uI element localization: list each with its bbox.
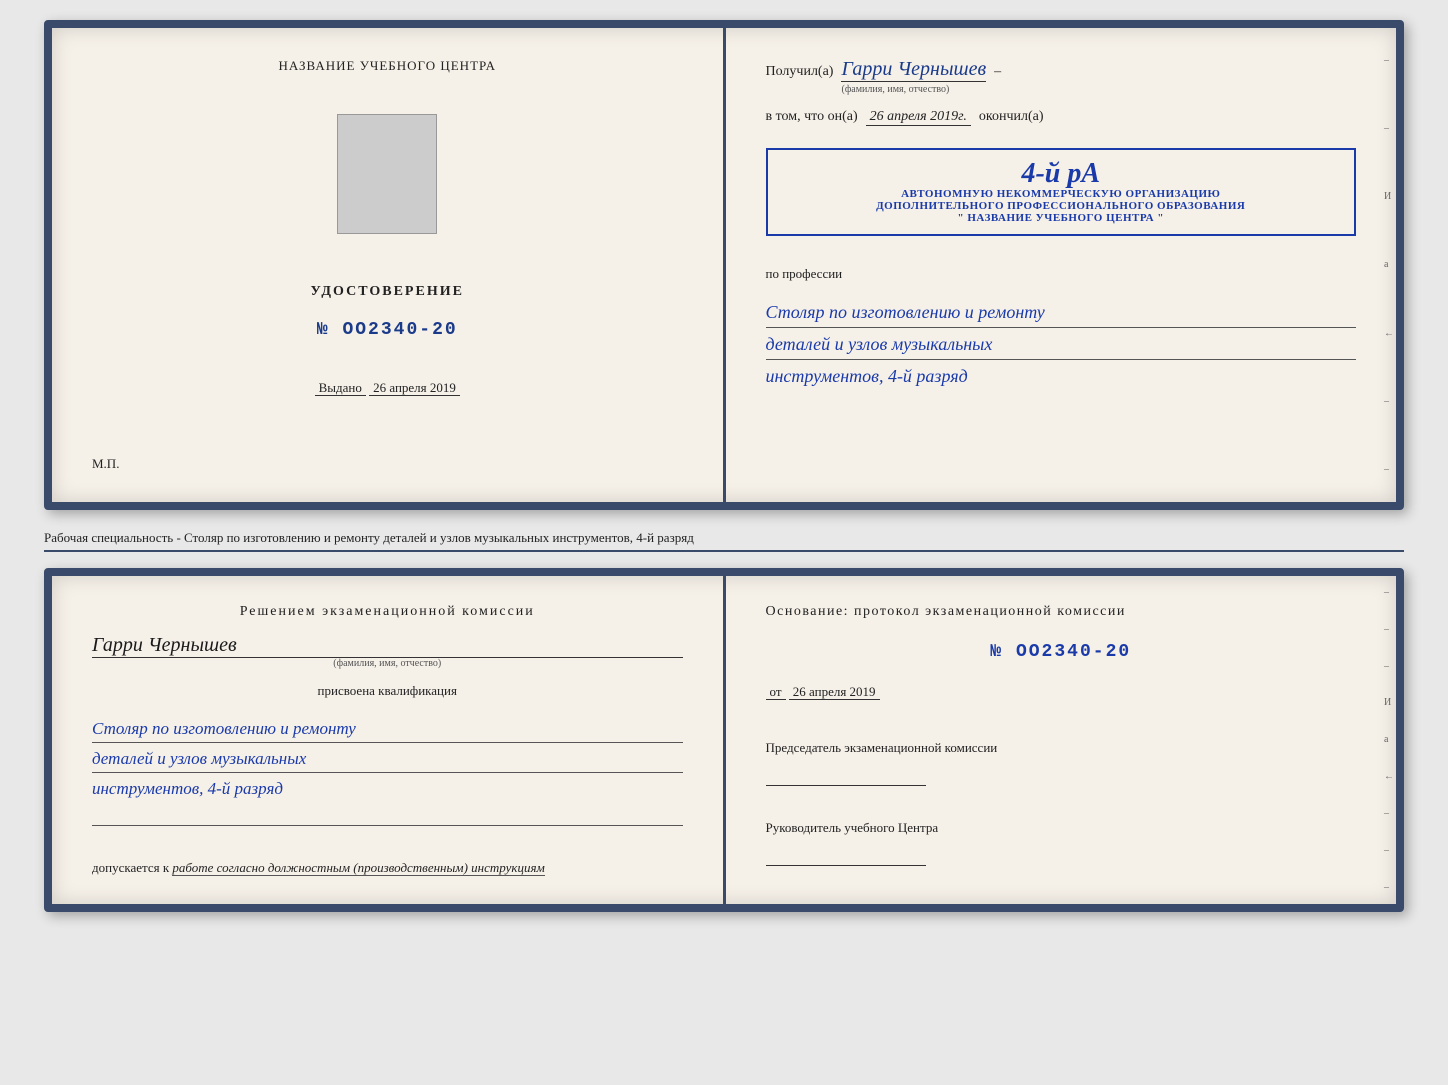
udostoverenie-number: № OO2340-20 bbox=[317, 320, 458, 340]
dopusk-prefix: допускается к bbox=[92, 860, 169, 875]
dash-4: – bbox=[1384, 464, 1394, 475]
kvali-line2: деталей и узлов музыкальных bbox=[92, 745, 683, 773]
prisvoena-label: присвоена квалификация bbox=[92, 683, 683, 699]
bdash-4: – bbox=[1384, 808, 1394, 819]
profession-line1: Столяр по изготовлению и ремонту bbox=[766, 298, 1357, 328]
stamp-line2: АВТОНОМНУЮ НЕКОММЕРЧЕСКУЮ ОРГАНИЗАЦИЮ bbox=[784, 188, 1339, 200]
vtom-row: в том, что он(а) 26 апреля 2019г. окончи… bbox=[766, 109, 1357, 126]
top-doc-right-page: Получил(а) Гарри Чернышев (фамилия, имя,… bbox=[726, 28, 1397, 502]
ot-prefix: от bbox=[766, 684, 786, 700]
number-prefix: № bbox=[317, 320, 330, 340]
bdash-5: – bbox=[1384, 845, 1394, 856]
bottom-name-block: Гарри Чернышев (фамилия, имя, отчество) bbox=[92, 634, 683, 669]
cert-number: OO2340-20 bbox=[342, 320, 457, 340]
bottom-doc-left-page: Решением экзаменационной комиссии Гарри … bbox=[52, 576, 726, 904]
bottom-recipient-name: Гарри Чернышев bbox=[92, 634, 683, 658]
bdash-2: – bbox=[1384, 624, 1394, 635]
bdash-6: – bbox=[1384, 882, 1394, 893]
rukovoditel-label: Руководитель учебного Центра bbox=[766, 820, 1357, 836]
side-dashes: – – И а ← – – bbox=[1384, 28, 1394, 502]
bottom-document: Решением экзаменационной комиссии Гарри … bbox=[44, 568, 1404, 912]
kvali-line3: инструментов, 4-й разряд bbox=[92, 775, 683, 802]
bdash-arrow: ← bbox=[1384, 771, 1394, 782]
predsedatel-label: Председатель экзаменационной комиссии bbox=[766, 740, 1357, 756]
profession-line3: инструментов, 4-й разряд bbox=[766, 362, 1357, 391]
po-professii-label: по профессии bbox=[766, 266, 1357, 282]
dopuskaetsya-block: допускается к работе согласно должностны… bbox=[92, 860, 683, 876]
rukovoditel-signature-line bbox=[766, 846, 926, 866]
osnovanie-label: Основание: протокол экзаменационной коми… bbox=[766, 604, 1357, 620]
rukovoditel-block: Руководитель учебного Центра bbox=[766, 820, 1357, 866]
bottom-fio-subtext: (фамилия, имя, отчество) bbox=[92, 658, 683, 669]
stamp-line4: " НАЗВАНИЕ УЧЕБНОГО ЦЕНТРА " bbox=[784, 212, 1339, 224]
dash-И: И bbox=[1384, 191, 1394, 202]
top-left-title: НАЗВАНИЕ УЧЕБНОГО ЦЕНТРА bbox=[279, 58, 496, 74]
separator-line bbox=[92, 825, 683, 826]
bottom-side-dashes: – – – И а ← – – – bbox=[1384, 576, 1394, 904]
protocol-number: № OO2340-20 bbox=[766, 642, 1357, 662]
vydano-line: Выдано 26 апреля 2019 bbox=[315, 380, 460, 396]
bdash-И: И bbox=[1384, 697, 1394, 708]
fio-subtext: (фамилия, имя, отчество) bbox=[841, 84, 949, 95]
vydano-label: Выдано bbox=[315, 380, 366, 396]
ot-date-value: 26 апреля 2019 bbox=[789, 684, 880, 700]
kvali-block: Столяр по изготовлению и ремонту деталей… bbox=[92, 713, 683, 803]
dopusk-text: работе согласно должностным (производств… bbox=[172, 860, 544, 876]
dash-3: – bbox=[1384, 396, 1394, 407]
top-document: НАЗВАНИЕ УЧЕБНОГО ЦЕНТРА УДОСТОВЕРЕНИЕ №… bbox=[44, 20, 1404, 510]
bdash-3: – bbox=[1384, 661, 1394, 672]
received-row: Получил(а) Гарри Чернышев (фамилия, имя,… bbox=[766, 58, 1357, 95]
predsedatel-block: Председатель экзаменационной комиссии bbox=[766, 740, 1357, 786]
stamp-line1: 4-й рА bbox=[784, 160, 1339, 188]
vtom-prefix: в том, что он(а) bbox=[766, 109, 858, 125]
vtom-date: 26 апреля 2019г. bbox=[866, 109, 971, 126]
protocol-prefix: № bbox=[990, 642, 1003, 662]
resheniem-title: Решением экзаменационной комиссии bbox=[92, 604, 683, 620]
mp-label: М.П. bbox=[92, 456, 119, 472]
poluchil-label: Получил(а) bbox=[766, 64, 834, 80]
stamp-block: 4-й рА АВТОНОМНУЮ НЕКОММЕРЧЕСКУЮ ОРГАНИЗ… bbox=[766, 148, 1357, 236]
bottom-doc-right-page: Основание: протокол экзаменационной коми… bbox=[726, 576, 1397, 904]
photo-placeholder bbox=[337, 114, 437, 234]
udostoverenie-label: УДОСТОВЕРЕНИЕ bbox=[311, 284, 464, 300]
caption-text: Рабочая специальность - Столяр по изгото… bbox=[44, 530, 694, 545]
bdash-а: а bbox=[1384, 734, 1394, 745]
profession-line2: деталей и узлов музыкальных bbox=[766, 330, 1357, 360]
predsedatel-signature-line bbox=[766, 766, 926, 786]
top-doc-left-page: НАЗВАНИЕ УЧЕБНОГО ЦЕНТРА УДОСТОВЕРЕНИЕ №… bbox=[52, 28, 726, 502]
dash-а: а bbox=[1384, 259, 1394, 270]
dash-1: – bbox=[1384, 55, 1394, 66]
bdash-1: – bbox=[1384, 587, 1394, 598]
recipient-name: Гарри Чернышев bbox=[841, 58, 986, 82]
profession-block: Столяр по изготовлению и ремонту деталей… bbox=[766, 296, 1357, 390]
okonchil-label: окончил(а) bbox=[979, 109, 1044, 125]
dash-2: – bbox=[1384, 123, 1394, 134]
stamp-line3: ДОПОЛНИТЕЛЬНОГО ПРОФЕССИОНАЛЬНОГО ОБРАЗО… bbox=[784, 200, 1339, 212]
vydano-date: 26 апреля 2019 bbox=[369, 380, 460, 396]
dash-arrow: ← bbox=[1384, 328, 1394, 339]
caption-bar: Рабочая специальность - Столяр по изгото… bbox=[44, 526, 1404, 552]
ot-date: от 26 апреля 2019 bbox=[766, 684, 1357, 700]
kvali-line1: Столяр по изготовлению и ремонту bbox=[92, 715, 683, 743]
protocol-num: OO2340-20 bbox=[1016, 642, 1131, 662]
